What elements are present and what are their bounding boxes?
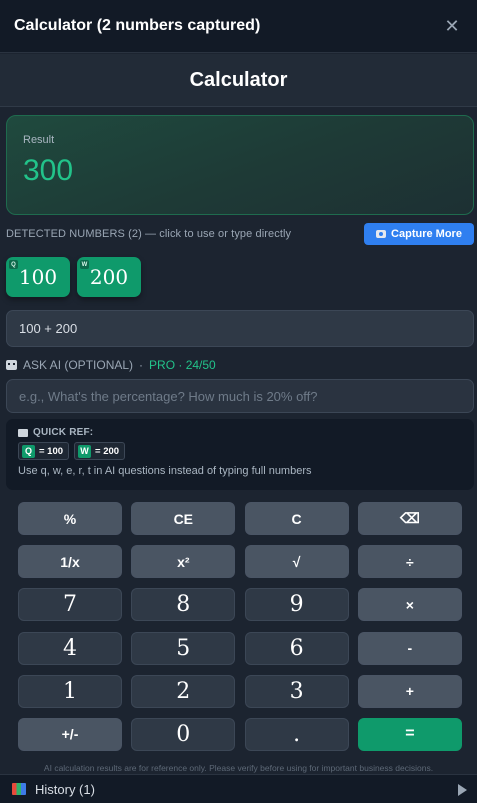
key-reciprocal-button[interactable]: 1/x: [18, 545, 122, 579]
chip-key-q: Q: [9, 260, 18, 269]
result-label: Result: [23, 134, 55, 146]
key-backspace-button[interactable]: ⌫: [357, 502, 462, 535]
calculator-header: Calculator: [0, 54, 477, 107]
ask-ai-separator: ·: [139, 358, 144, 372]
robot-icon: [6, 360, 17, 370]
key-decimal-button[interactable]: .: [244, 717, 349, 751]
key-6-button[interactable]: 6: [244, 631, 349, 665]
book-icon: [18, 428, 28, 437]
number-chip-q[interactable]: Q 100: [6, 257, 70, 297]
ask-ai-label: ASK AI (OPTIONAL): [23, 358, 134, 372]
key-clear-entry-button[interactable]: CE: [131, 502, 236, 535]
quick-ref-panel: QUICK REF: Q = 100 W = 200 Use q, w, e, …: [6, 419, 474, 490]
quick-ref-header: QUICK REF:: [18, 427, 462, 438]
key-5-button[interactable]: 5: [131, 631, 236, 665]
quick-ref-hint: Use q, w, e, r, t in AI questions instea…: [18, 465, 312, 477]
history-footer[interactable]: History (1): [0, 774, 477, 803]
key-divide-button[interactable]: ÷: [357, 545, 462, 579]
pro-usage-badge: PRO · 24/50: [149, 358, 216, 372]
detected-numbers-label: DETECTED NUMBERS (2) — click to use or t…: [6, 228, 292, 240]
key-multiply-button[interactable]: ×: [357, 588, 462, 622]
key-0-button[interactable]: 0: [131, 717, 236, 751]
camera-icon: [376, 230, 387, 238]
result-value: 300: [23, 154, 74, 187]
close-icon[interactable]: ✕: [441, 16, 463, 37]
window-title: Calculator (2 numbers captured): [14, 17, 261, 34]
key-negate-button[interactable]: +/-: [18, 717, 122, 751]
chip-value: 200: [89, 265, 129, 289]
key-square-button[interactable]: x²: [131, 545, 236, 579]
key-equals-button[interactable]: =: [357, 717, 462, 751]
quick-ref-title: QUICK REF:: [33, 427, 94, 438]
key-1-button[interactable]: 1: [18, 674, 122, 708]
key-3-button[interactable]: 3: [244, 674, 349, 708]
key-clear-button[interactable]: C: [244, 502, 349, 535]
expand-arrow-icon[interactable]: [458, 784, 467, 796]
keypad: % CE C ⌫ 1/x x² √ ÷ 7 8 9 × 4 5 6- 1 2 3 + +/- 0. =: [18, 502, 462, 751]
key-percent-button[interactable]: %: [18, 502, 122, 535]
key-2-button[interactable]: 2: [131, 674, 236, 708]
disclaimer-text: AI calculation results are for reference…: [43, 763, 434, 773]
expression-display[interactable]: 100 + 200: [6, 310, 474, 347]
key-7-button[interactable]: 7: [18, 588, 122, 622]
quick-ref-value: = 200: [95, 445, 120, 457]
quick-ref-key: Q: [22, 444, 35, 458]
quick-ref-value: = 100: [39, 445, 64, 457]
key-add-button[interactable]: +: [357, 674, 462, 708]
key-4-button[interactable]: 4: [18, 631, 122, 665]
chip-value: 100: [18, 265, 58, 289]
capture-more-button[interactable]: Capture More: [364, 223, 474, 245]
quick-ref-tag-w: W = 200: [74, 442, 126, 460]
history-label: History (1): [35, 781, 95, 797]
ask-ai-input[interactable]: [6, 379, 474, 413]
key-sqrt-button[interactable]: √: [244, 545, 349, 579]
key-9-button[interactable]: 9: [244, 588, 349, 622]
capture-more-label: Capture More: [391, 228, 462, 240]
result-panel: Result 300: [6, 115, 474, 215]
number-chip-w[interactable]: W 200: [77, 257, 141, 297]
ask-ai-label-row: ASK AI (OPTIONAL) · PRO · 24/50: [6, 358, 216, 372]
quick-ref-key: W: [78, 444, 92, 458]
quick-ref-tags: Q = 100 W = 200: [18, 442, 462, 460]
window-titlebar: Calculator (2 numbers captured) ✕: [0, 0, 477, 53]
key-subtract-button[interactable]: -: [357, 631, 462, 665]
chip-key-w: W: [80, 260, 89, 269]
history-icon: [12, 783, 26, 795]
page-title: Calculator: [189, 68, 288, 91]
key-8-button[interactable]: 8: [131, 588, 236, 622]
quick-ref-tag-q: Q = 100: [18, 442, 70, 460]
